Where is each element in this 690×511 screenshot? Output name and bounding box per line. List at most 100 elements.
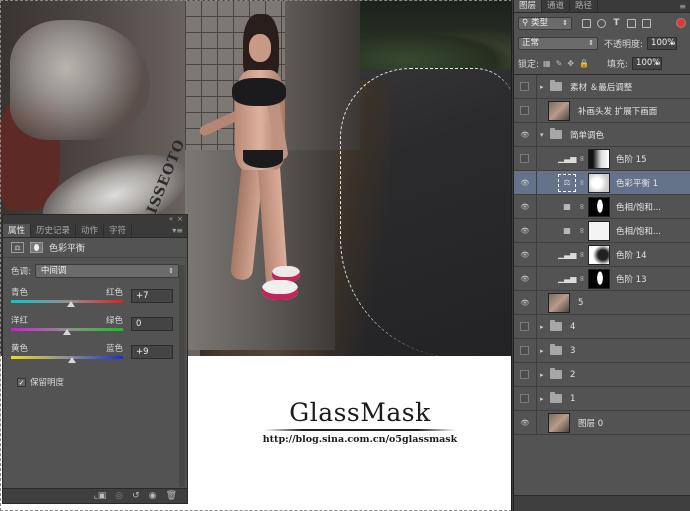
- preserve-luminosity-checkbox[interactable]: ✓: [17, 377, 26, 387]
- lock-transparency-icon[interactable]: ▦: [543, 59, 551, 68]
- panel-title-strip[interactable]: « ×: [3, 215, 187, 224]
- chevron-right-icon[interactable]: ▸: [540, 83, 550, 91]
- layer-mask-thumbnail[interactable]: [588, 172, 610, 193]
- shape-filter-icon[interactable]: [627, 18, 636, 28]
- layer-row[interactable]: ▸ 4: [514, 314, 690, 339]
- layer-row[interactable]: ▁▃▅ ∞ 色阶 15: [514, 146, 690, 171]
- link-icon[interactable]: ∞: [578, 251, 587, 259]
- panel-menu-icon[interactable]: ≡: [679, 0, 686, 13]
- filter-kind-select[interactable]: ⚲ 类型 ⇕: [518, 16, 572, 30]
- layer-row[interactable]: 👁 图层 0: [514, 410, 690, 435]
- eye-icon[interactable]: 👁: [518, 227, 532, 235]
- visibility-toggle[interactable]: [520, 394, 529, 403]
- chevron-right-icon[interactable]: ▸: [540, 371, 550, 379]
- marching-ants-selection[interactable]: [340, 68, 511, 356]
- slider-thumb[interactable]: [66, 301, 75, 307]
- chevron-right-icon[interactable]: ▸: [540, 323, 550, 331]
- levels-icon[interactable]: ▁▃▅: [558, 274, 576, 284]
- hue-saturation-icon[interactable]: ▦: [558, 202, 576, 212]
- lock-paint-icon[interactable]: ✎: [556, 59, 563, 68]
- layer-row[interactable]: 👁 ▁▃▅ ∞ 色阶 14: [514, 242, 690, 267]
- visibility-toggle[interactable]: [520, 82, 529, 91]
- chevron-down-icon[interactable]: ▾: [540, 131, 550, 139]
- layer-row[interactable]: ▸ 3: [514, 338, 690, 363]
- levels-icon[interactable]: ▁▃▅: [558, 154, 576, 164]
- pixel-filter-icon[interactable]: [582, 18, 591, 28]
- layer-thumbnail[interactable]: [548, 100, 570, 121]
- eye-icon[interactable]: 👁: [518, 299, 532, 307]
- trash-icon[interactable]: 🗑: [166, 491, 177, 501]
- tab-layers[interactable]: 图层: [514, 0, 543, 12]
- lock-position-icon[interactable]: ✥: [567, 59, 574, 68]
- visibility-toggle[interactable]: [520, 322, 529, 331]
- visibility-toggle[interactable]: [520, 106, 529, 115]
- visibility-toggle[interactable]: [520, 346, 529, 355]
- slider-track[interactable]: [11, 356, 123, 359]
- layer-mask-thumbnail[interactable]: [588, 244, 610, 265]
- layer-row[interactable]: ▸ 素材 ＆最后调整: [514, 74, 690, 99]
- reset-icon[interactable]: ↺: [132, 491, 140, 501]
- eye-icon[interactable]: 👁: [518, 203, 532, 211]
- slider-value-field[interactable]: 0: [131, 317, 173, 331]
- layer-row[interactable]: 👁 ▦ ∞ 色相/饱和...: [514, 218, 690, 243]
- layer-row[interactable]: 👁 ▁▃▅ ∞ 色阶 13: [514, 266, 690, 291]
- eye-icon[interactable]: 👁: [518, 275, 532, 283]
- tab-paths[interactable]: 路径: [570, 0, 599, 12]
- layer-mask-thumbnail[interactable]: [588, 268, 610, 289]
- link-icon[interactable]: ∞: [578, 203, 587, 211]
- eye-icon[interactable]: 👁: [518, 179, 532, 187]
- eye-icon[interactable]: 👁: [518, 131, 532, 139]
- layer-row[interactable]: ▸ 2: [514, 362, 690, 387]
- layer-mask-thumbnail[interactable]: [588, 148, 610, 169]
- layer-row[interactable]: 👁 ▦ ∞ 色相/饱和...: [514, 194, 690, 219]
- layer-mask-icon[interactable]: [30, 242, 43, 253]
- levels-icon[interactable]: ▁▃▅: [558, 250, 576, 260]
- slider-thumb[interactable]: [68, 357, 77, 363]
- slider-value-field[interactable]: +9: [131, 345, 173, 359]
- balance-scale-icon[interactable]: ⚖: [11, 242, 24, 253]
- link-icon[interactable]: ∞: [578, 275, 587, 283]
- eye-icon[interactable]: 👁: [518, 419, 532, 427]
- visibility-toggle[interactable]: [520, 154, 529, 163]
- chevron-right-icon[interactable]: ▸: [540, 395, 550, 403]
- smart-object-filter-icon[interactable]: [642, 18, 651, 28]
- panel-menu-icon[interactable]: ▾≡: [172, 224, 183, 238]
- visibility-toggle[interactable]: [520, 370, 529, 379]
- fill-input[interactable]: 100% ▸: [632, 56, 663, 70]
- tab-channels[interactable]: 通道: [542, 0, 571, 12]
- tab-actions[interactable]: 动作: [76, 224, 105, 237]
- tab-history[interactable]: 历史记录: [31, 224, 77, 237]
- clip-icon[interactable]: ⌞▣: [94, 491, 107, 501]
- type-filter-icon[interactable]: T: [612, 18, 621, 28]
- layer-row[interactable]: ▸ 1: [514, 386, 690, 411]
- link-icon[interactable]: ∞: [578, 179, 587, 187]
- lock-all-icon[interactable]: 🔒: [579, 59, 589, 68]
- layer-row[interactable]: 👁 5: [514, 290, 690, 315]
- chevron-right-icon[interactable]: ▸: [540, 347, 550, 355]
- preserve-luminosity-row[interactable]: ✓ 保留明度: [3, 368, 187, 396]
- layer-mask-thumbnail[interactable]: [588, 196, 610, 217]
- filter-toggle-icon[interactable]: [676, 18, 686, 28]
- tab-properties[interactable]: 属性: [3, 224, 32, 237]
- link-icon[interactable]: ∞: [578, 227, 587, 235]
- balance-scale-icon[interactable]: ⚖: [558, 173, 576, 192]
- adjustment-filter-icon[interactable]: [597, 18, 606, 28]
- tab-character[interactable]: 字符: [104, 224, 133, 237]
- link-icon[interactable]: ∞: [578, 155, 587, 163]
- tone-select[interactable]: 中间调 ⇕: [34, 264, 179, 278]
- visibility-icon[interactable]: ◉: [149, 491, 157, 501]
- blend-mode-select[interactable]: 正常 ⇕: [518, 36, 598, 50]
- opacity-input[interactable]: 100% ▸: [647, 36, 678, 50]
- eye-icon[interactable]: 👁: [518, 251, 532, 259]
- hue-saturation-icon[interactable]: ▦: [558, 226, 576, 236]
- layer-row[interactable]: 补画头发 扩展下画面: [514, 98, 690, 123]
- slider-value-field[interactable]: +7: [131, 289, 173, 303]
- layer-thumbnail[interactable]: [548, 292, 570, 313]
- layer-mask-thumbnail[interactable]: [588, 220, 610, 241]
- layer-row[interactable]: 👁 ⚖ ∞ 色彩平衡 1: [514, 170, 690, 195]
- view-previous-icon[interactable]: ◎: [115, 491, 123, 501]
- close-icon[interactable]: ×: [177, 215, 183, 224]
- layer-thumbnail[interactable]: [548, 412, 570, 433]
- collapse-icon[interactable]: «: [169, 215, 173, 224]
- properties-scrollbar[interactable]: [179, 265, 185, 487]
